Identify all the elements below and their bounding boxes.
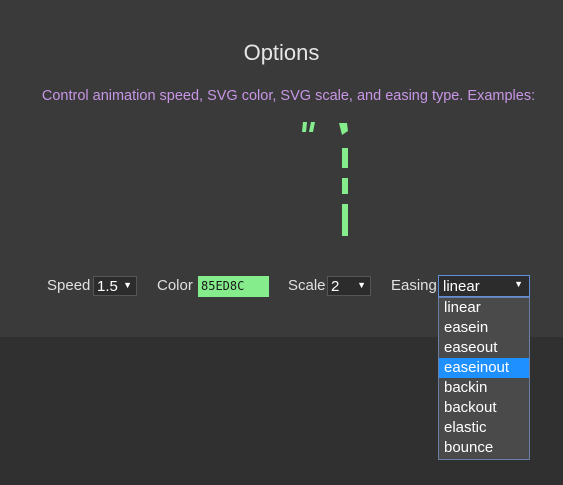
scale-label: Scale <box>288 277 326 294</box>
easing-option-backout[interactable]: backout <box>439 398 529 418</box>
glyph-tick-left <box>302 122 307 132</box>
speed-value: 1.5 <box>97 278 118 295</box>
glyph-dash-mid2 <box>342 178 348 194</box>
chevron-down-icon: ▼ <box>123 280 132 290</box>
easing-option-easeout[interactable]: easeout <box>439 338 529 358</box>
speed-select[interactable]: 1.5 ▼ <box>93 276 137 296</box>
easing-option-backin[interactable]: backin <box>439 378 529 398</box>
easing-label: Easing <box>391 277 437 294</box>
glyph-tick-right <box>309 122 315 132</box>
color-label: Color <box>157 277 193 294</box>
speed-label: Speed <box>47 277 91 294</box>
scale-value: 2 <box>331 278 340 295</box>
glyph-dash-bottom <box>342 204 348 236</box>
easing-option-linear[interactable]: linear <box>439 298 529 318</box>
chevron-down-icon: ▼ <box>357 280 366 290</box>
easing-dropdown-list: linear easein easeout easeinout backin b… <box>438 297 530 460</box>
easing-value: linear <box>443 278 480 295</box>
easing-option-bounce[interactable]: bounce <box>439 438 529 458</box>
page-title: Options <box>243 40 320 65</box>
easing-option-easeinout[interactable]: easeinout <box>439 358 529 378</box>
easing-select[interactable]: linear ▼ <box>438 275 530 297</box>
easing-option-elastic[interactable]: elastic <box>439 418 529 438</box>
scale-select[interactable]: 2 ▼ <box>327 276 371 296</box>
glyph-dash-mid1 <box>342 148 348 168</box>
color-input[interactable]: 85ED8C <box>198 276 269 297</box>
chevron-down-icon: ▼ <box>514 279 523 289</box>
page-description: Control animation speed, SVG color, SVG … <box>41 88 536 104</box>
easing-option-easein[interactable]: easein <box>439 318 529 338</box>
example-glyph-icon <box>302 122 348 236</box>
glyph-dash-top <box>339 123 348 135</box>
